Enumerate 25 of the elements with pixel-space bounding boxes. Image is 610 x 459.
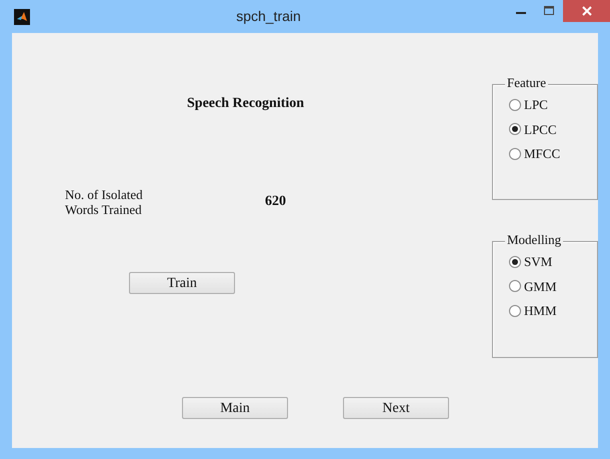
count-label: No. of Isolated Words Trained: [65, 187, 143, 217]
group-title: Modelling: [505, 233, 564, 248]
radio-button[interactable]: [509, 148, 521, 160]
count-value: 620: [265, 194, 286, 209]
app-icon: [14, 8, 30, 24]
radio-button[interactable]: [509, 256, 521, 268]
radio-button[interactable]: [509, 123, 521, 136]
heading: Speech Recognition: [187, 96, 304, 111]
radio-label[interactable]: MFCC: [524, 146, 560, 162]
radio-label[interactable]: LPC: [524, 97, 548, 113]
close-button[interactable]: [563, 0, 610, 22]
radio-label[interactable]: GMM: [524, 278, 557, 294]
radio-label[interactable]: HMM: [524, 303, 557, 319]
radio-label[interactable]: SVM: [524, 254, 552, 270]
close-icon: [582, 6, 592, 16]
group-title: Feature: [505, 76, 548, 90]
maximize-icon: [544, 6, 554, 16]
nav-button[interactable]: Main: [182, 397, 288, 419]
train-button[interactable]: Train: [129, 272, 235, 294]
window-title: spch_train: [236, 8, 301, 24]
radio-button[interactable]: [509, 98, 521, 111]
radio-label[interactable]: LPCC: [524, 122, 557, 138]
radio-button[interactable]: [509, 304, 521, 317]
nav-button[interactable]: Next: [343, 397, 449, 419]
radio-button[interactable]: [509, 280, 521, 292]
